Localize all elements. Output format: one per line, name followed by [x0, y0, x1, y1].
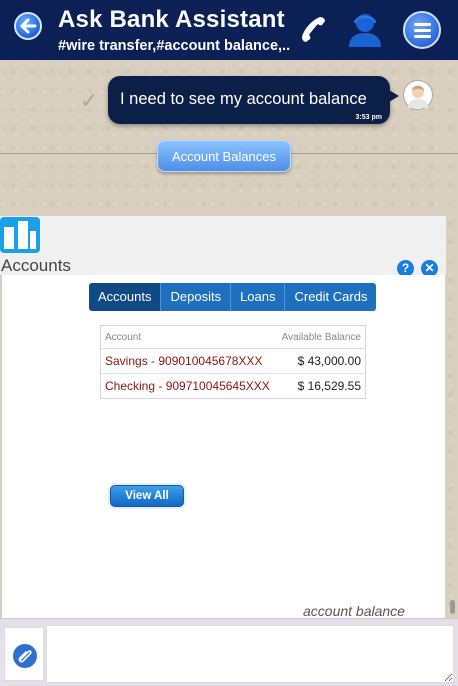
chat-transcript[interactable]: ✓ I need to see my account balance 3:53 …: [0, 60, 458, 633]
agent-icon: [349, 14, 381, 47]
app-subtitle: #wire transfer,#account balance,...: [58, 38, 290, 54]
message-composer: [0, 618, 458, 686]
message-input[interactable]: [46, 625, 454, 683]
partial-message-text: account balance: [303, 603, 405, 619]
app-header: Ask Bank Assistant #wire transfer,#accou…: [0, 0, 458, 60]
accounts-table: Account Available Balance Savings - 9090…: [100, 325, 366, 399]
menu-button[interactable]: [403, 11, 441, 49]
tab-accounts[interactable]: Accounts: [89, 283, 162, 311]
user-avatar-icon: [408, 85, 428, 108]
column-header-balance: Available Balance: [276, 325, 366, 349]
accounts-tabs: Accounts Deposits Loans Credit Cards: [89, 283, 377, 311]
delivered-check-icon: ✓: [80, 88, 99, 113]
user-message-bubble: I need to see my account balance 3:53 pm: [108, 76, 399, 124]
user-message-text: I need to see my account balance: [120, 90, 367, 108]
message-timestamp: 3:53 pm: [355, 114, 382, 121]
user-avatar: [403, 80, 433, 110]
accounts-widget-header: Accounts ? ✕: [0, 215, 446, 277]
table-row[interactable]: Checking - 909710045645XXX $ 16,529.55: [100, 373, 366, 399]
tab-credit-cards[interactable]: Credit Cards: [285, 283, 377, 311]
view-all-button[interactable]: View All: [110, 485, 184, 507]
bank-logo-icon: [0, 217, 40, 253]
paperclip-icon: [13, 644, 37, 668]
account-balance: $ 43,000.00: [276, 348, 366, 374]
phone-icon: [302, 17, 325, 42]
app-title: Ask Bank Assistant: [58, 6, 285, 33]
table-row[interactable]: Savings - 909010045678XXX $ 43,000.00: [100, 348, 366, 374]
account-balance: $ 16,529.55: [276, 373, 366, 399]
tab-deposits[interactable]: Deposits: [161, 283, 232, 311]
accounts-widget-title: Accounts: [1, 256, 71, 275]
chat-scrollbar[interactable]: [450, 600, 455, 614]
live-agent-button[interactable]: [347, 10, 383, 48]
back-button[interactable]: [14, 12, 42, 40]
back-arrow-icon: [20, 18, 37, 34]
account-name[interactable]: Savings - 909010045678XXX: [100, 348, 277, 374]
table-header-row: Account Available Balance: [100, 325, 366, 349]
phone-button[interactable]: [298, 14, 330, 46]
quick-reply-account-balances[interactable]: Account Balances: [157, 140, 291, 172]
attach-button[interactable]: [4, 627, 44, 681]
column-header-account: Account: [100, 325, 277, 349]
account-name[interactable]: Checking - 909710045645XXX: [100, 373, 277, 399]
accounts-widget: Accounts Deposits Loans Credit Cards Acc…: [1, 275, 446, 633]
tab-loans[interactable]: Loans: [231, 283, 286, 311]
